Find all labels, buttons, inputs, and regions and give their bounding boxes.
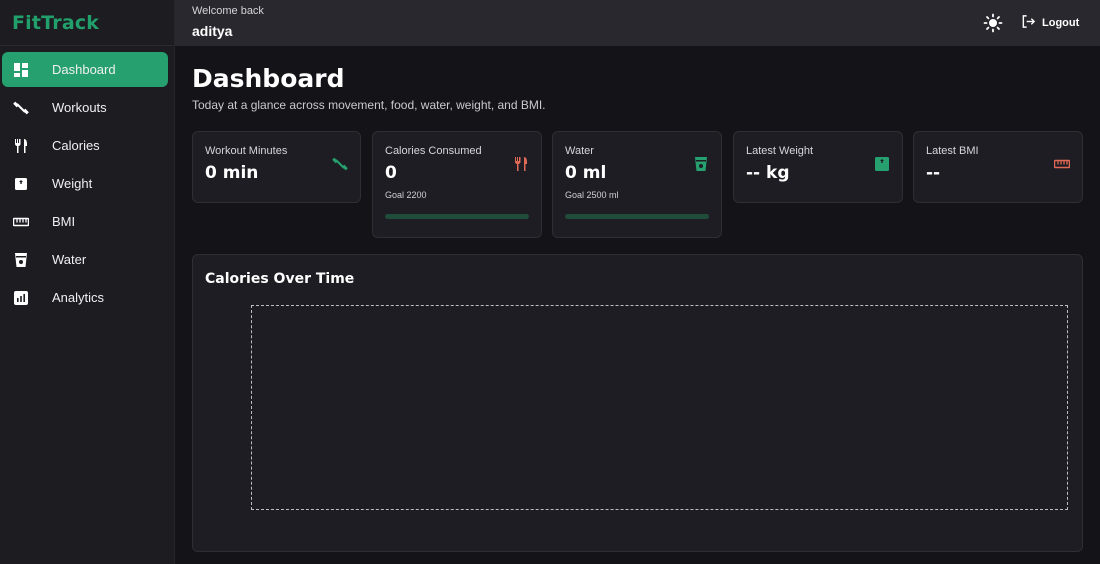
sidebar: FitTrack Dashboard Workouts Calories Wei… <box>0 0 175 564</box>
card-label: Latest Weight <box>746 145 814 157</box>
top-bar: Welcome back aditya Logout <box>175 0 1100 46</box>
ruler-icon <box>13 214 29 230</box>
sidebar-item-dashboard[interactable]: Dashboard <box>2 52 168 87</box>
welcome-text: Welcome back <box>192 5 264 17</box>
scale-icon <box>13 176 29 192</box>
brand-logo[interactable]: FitTrack <box>0 0 174 46</box>
card-label: Calories Consumed <box>385 145 482 157</box>
sun-icon <box>983 13 1003 37</box>
sidebar-item-calories[interactable]: Calories <box>2 128 168 163</box>
logout-label: Logout <box>1042 17 1080 29</box>
workout-minutes-card: Workout Minutes 0 min <box>192 131 361 203</box>
sidebar-item-weight[interactable]: Weight <box>2 166 168 201</box>
latest-bmi-card: Latest BMI -- <box>913 131 1083 203</box>
chart-title: Calories Over Time <box>205 271 355 287</box>
latest-weight-card: Latest Weight -- kg <box>733 131 903 203</box>
sidebar-item-label: Weight <box>52 176 93 191</box>
chart-placeholder <box>251 305 1068 510</box>
utensils-icon <box>13 138 29 154</box>
card-value: 0 <box>385 163 397 183</box>
sidebar-item-water[interactable]: Water <box>2 242 168 277</box>
sidebar-item-label: Water <box>52 252 87 267</box>
sidebar-item-label: Workouts <box>52 100 107 115</box>
sidebar-item-label: BMI <box>52 214 76 229</box>
calories-consumed-card: Calories Consumed 0 Goal 2200 <box>372 131 542 238</box>
sidebar-item-label: Calories <box>52 138 100 153</box>
dumbbell-icon <box>332 156 348 172</box>
sidebar-item-workouts[interactable]: Workouts <box>2 90 168 125</box>
theme-toggle-button[interactable] <box>983 13 1003 33</box>
cup-icon <box>13 252 29 268</box>
cup-icon <box>693 156 709 172</box>
card-goal: Goal 2200 <box>385 190 427 200</box>
sidebar-item-bmi[interactable]: BMI <box>2 204 168 239</box>
dashboard-icon <box>13 62 29 78</box>
dumbbell-icon <box>13 100 29 116</box>
scale-icon <box>874 156 890 172</box>
analytics-icon <box>13 290 29 306</box>
sidebar-item-analytics[interactable]: Analytics <box>2 280 168 315</box>
ruler-icon <box>1053 156 1071 172</box>
card-value: 0 ml <box>565 163 607 183</box>
page-title: Dashboard <box>192 64 345 93</box>
main-content: Dashboard Today at a glance across movem… <box>175 46 1100 564</box>
card-label: Latest BMI <box>926 145 979 157</box>
water-progress-bar <box>565 214 709 219</box>
page-subtitle: Today at a glance across movement, food,… <box>192 98 546 112</box>
card-goal: Goal 2500 ml <box>565 190 619 200</box>
calories-progress-bar <box>385 214 529 219</box>
sidebar-item-label: Dashboard <box>52 62 116 77</box>
water-card: Water 0 ml Goal 2500 ml <box>552 131 722 238</box>
sidebar-item-label: Analytics <box>52 290 105 305</box>
utensils-icon <box>513 156 529 172</box>
card-value: -- kg <box>746 163 790 183</box>
logout-icon <box>1021 14 1042 32</box>
card-label: Water <box>565 145 594 157</box>
username: aditya <box>192 23 233 39</box>
card-value: -- <box>926 163 941 183</box>
calories-chart-card: Calories Over Time <box>192 254 1083 552</box>
card-value: 0 min <box>205 163 259 183</box>
logout-button[interactable]: Logout <box>1021 13 1079 33</box>
sidebar-nav: Dashboard Workouts Calories Weight BMI W… <box>0 46 174 315</box>
card-label: Workout Minutes <box>205 145 288 157</box>
